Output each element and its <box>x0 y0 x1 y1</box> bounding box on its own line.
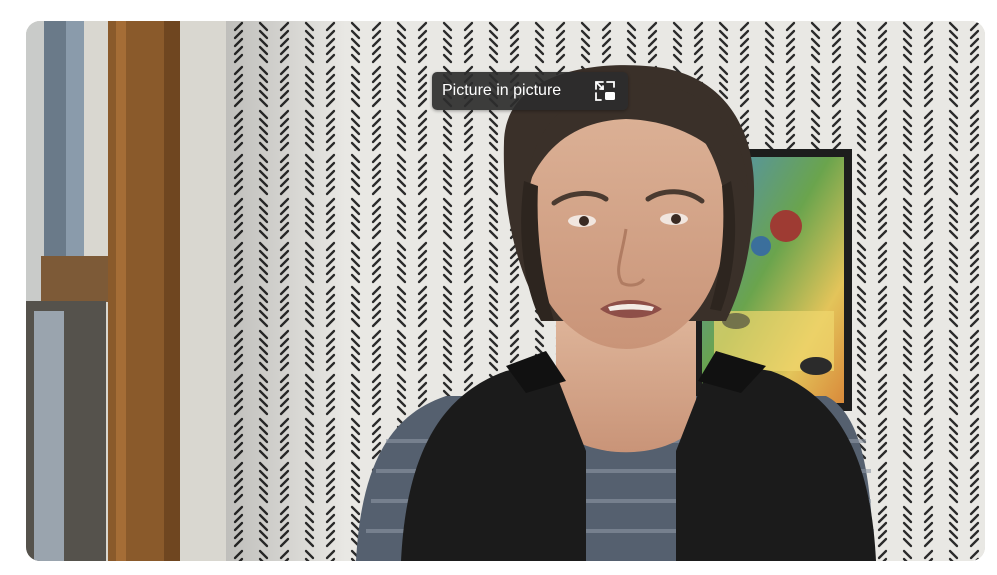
video-player[interactable]: Picture in picture <box>26 21 985 561</box>
picture-in-picture-label: Picture in picture <box>442 82 562 99</box>
picture-in-picture-icon <box>592 78 618 104</box>
page: Picture in picture <box>0 0 997 575</box>
picture-in-picture-button[interactable]: Picture in picture <box>432 72 628 110</box>
